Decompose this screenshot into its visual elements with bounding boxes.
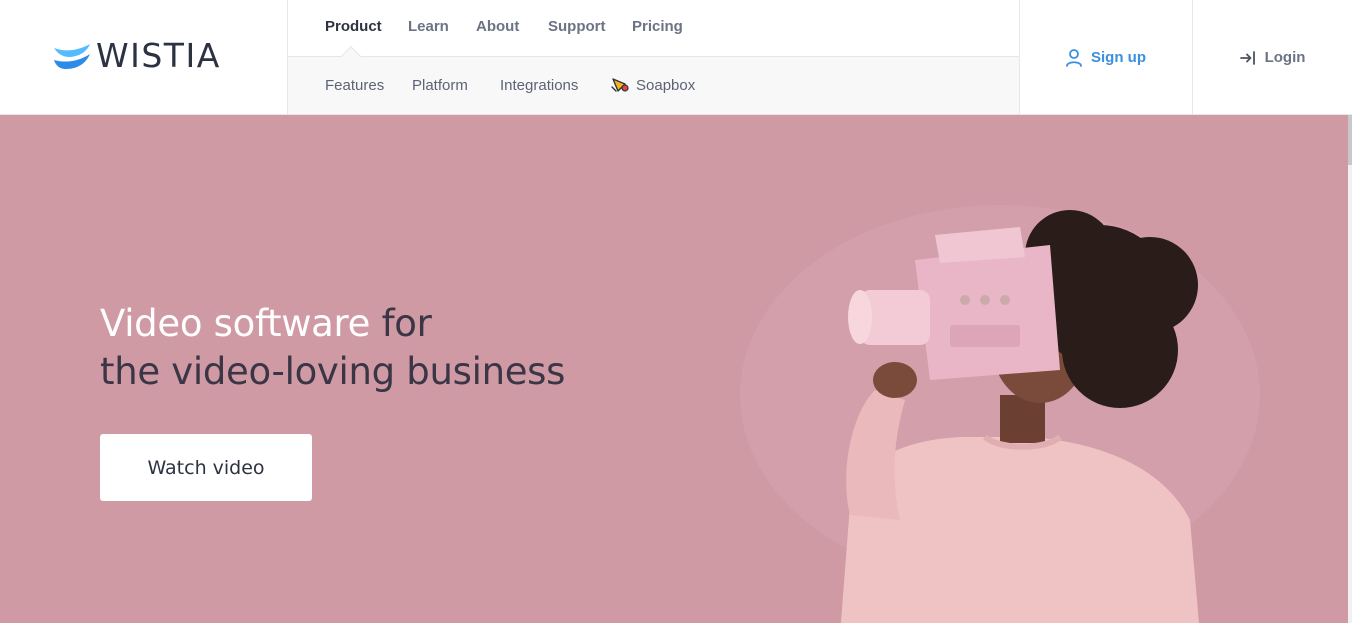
subnav-features[interactable]: Features — [325, 77, 384, 95]
login-label: Login — [1264, 49, 1306, 66]
primary-nav: Product Learn About Support Pricing — [288, 0, 1019, 57]
soapbox-megaphone-icon — [611, 78, 629, 92]
hero-section: Video software for the video-loving busi… — [0, 115, 1348, 623]
nav-learn[interactable]: Learn — [408, 18, 449, 36]
subnav-soapbox[interactable]: Soapbox — [636, 77, 695, 95]
user-icon — [1066, 48, 1082, 67]
nav-about[interactable]: About — [476, 18, 519, 36]
signup-link[interactable]: Sign up — [1066, 48, 1146, 67]
nav-pricing[interactable]: Pricing — [632, 18, 683, 36]
wistia-logo[interactable]: WISTIA — [54, 38, 221, 74]
signup-area: Sign up — [1020, 0, 1193, 115]
brand-name: WISTIA — [96, 36, 221, 75]
site-header: WISTIA Product Learn About Support Prici… — [0, 0, 1352, 115]
subnav-integrations[interactable]: Integrations — [500, 77, 578, 95]
secondary-nav: Features Platform Integrations Soapbox — [288, 57, 1019, 114]
signup-label: Sign up — [1091, 49, 1146, 66]
main-nav: Product Learn About Support Pricing Feat… — [287, 0, 1020, 115]
hero-headline-highlight: Video software — [100, 302, 371, 345]
hero-camera-person-image — [740, 205, 1260, 623]
hero-headline: Video software for the video-loving busi… — [100, 300, 565, 396]
nav-support[interactable]: Support — [548, 18, 606, 36]
login-arrow-icon — [1239, 50, 1255, 65]
scrollbar-thumb[interactable] — [1348, 115, 1352, 165]
login-link[interactable]: Login — [1239, 49, 1306, 66]
login-area: Login — [1193, 0, 1352, 115]
hero-headline-line2: the video-loving business — [100, 350, 566, 393]
page-scrollbar[interactable] — [1348, 115, 1352, 623]
watch-video-button[interactable]: Watch video — [100, 434, 312, 501]
subnav-platform[interactable]: Platform — [412, 77, 468, 95]
hero-headline-line1-rest: for — [370, 302, 432, 345]
wistia-wave-icon — [54, 44, 90, 69]
nav-product[interactable]: Product — [325, 18, 382, 36]
